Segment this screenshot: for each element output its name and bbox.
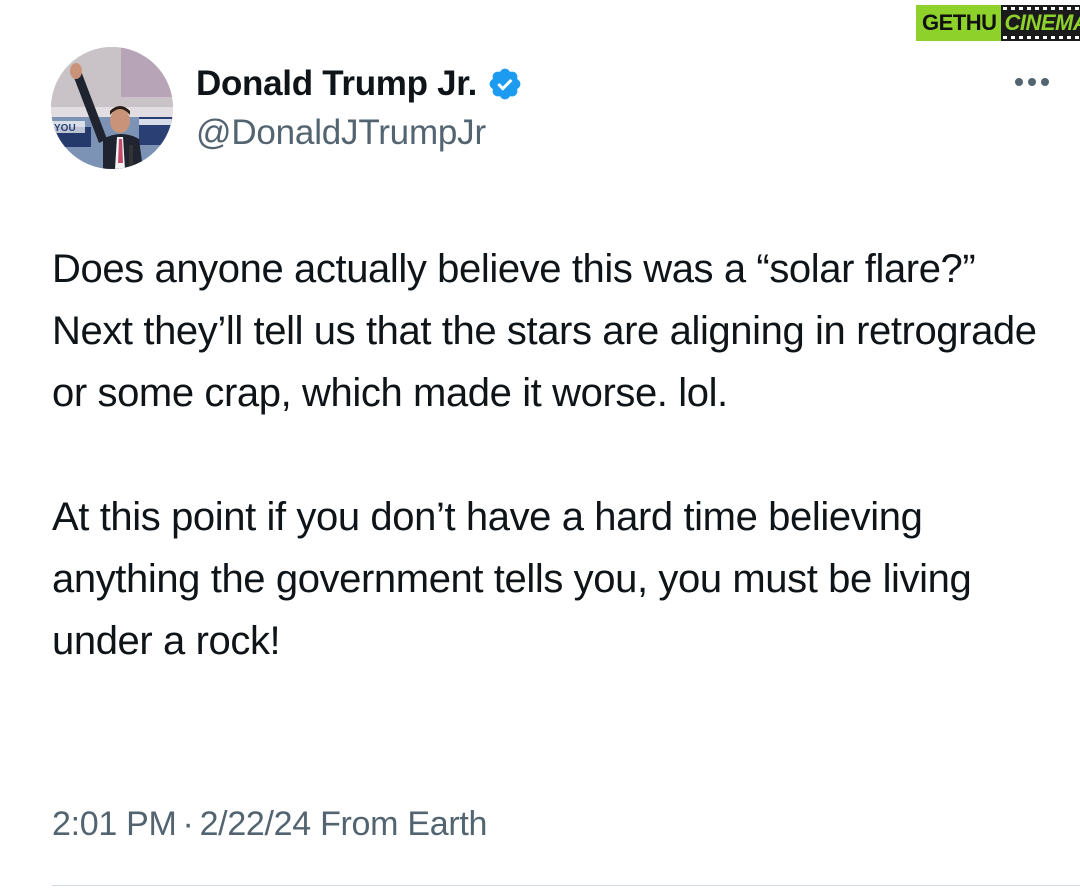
avatar[interactable]: YOU — [51, 47, 173, 169]
profile-photo-icon: YOU — [51, 47, 173, 169]
more-options-button[interactable] — [1010, 70, 1054, 94]
watermark-left-text: GETHU — [916, 5, 1001, 41]
tweet-source: From Earth — [320, 805, 488, 843]
tweet-paragraph-1: Does anyone actually believe this was a … — [52, 247, 1048, 415]
tweet-text: Does anyone actually believe this was a … — [52, 238, 1062, 672]
tweet-paragraph-2: At this point if you don’t have a hard t… — [52, 495, 983, 663]
timestamp-separator: · — [182, 805, 194, 843]
verified-badge-icon[interactable] — [487, 66, 523, 102]
tweet-timestamp[interactable]: 2:01 PM · 2/22/24 From Earth — [52, 805, 487, 844]
tweet-date[interactable]: 2/22/24 — [200, 805, 312, 843]
ellipsis-icon — [1015, 78, 1049, 86]
tweet-card: GETHU CINEMA YOU Donald Trump Jr. @Donal… — [0, 0, 1080, 891]
display-name[interactable]: Donald Trump Jr. — [196, 64, 477, 104]
display-name-row[interactable]: Donald Trump Jr. — [196, 60, 523, 108]
divider — [52, 885, 1080, 886]
tweet-time[interactable]: 2:01 PM — [52, 805, 177, 843]
watermark-right-text: CINEMA — [1000, 5, 1080, 41]
svg-text:YOU: YOU — [54, 123, 76, 134]
gethu-cinema-watermark: GETHU CINEMA — [916, 5, 1080, 41]
user-handle[interactable]: @DonaldJTrumpJr — [196, 113, 486, 153]
